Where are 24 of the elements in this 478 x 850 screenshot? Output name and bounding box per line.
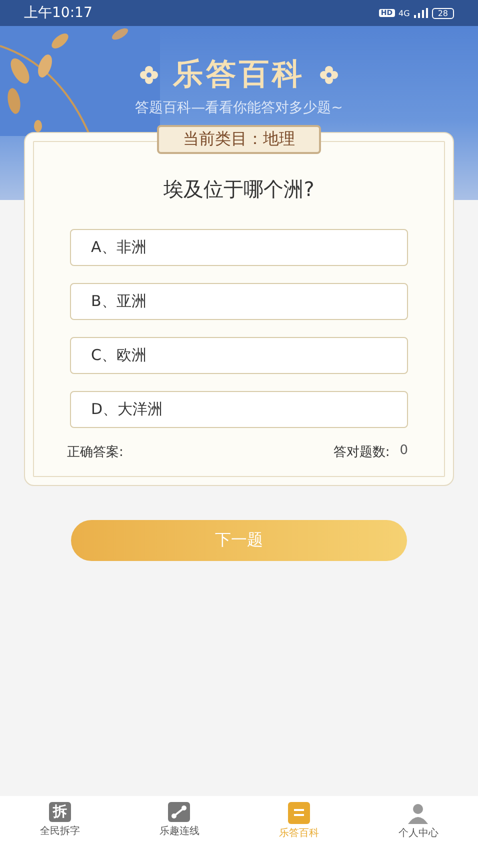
app-title: 乐答百科 — [173, 56, 305, 94]
flower-icon — [319, 64, 339, 84]
person-icon — [407, 802, 430, 824]
character-icon: 拆 — [48, 802, 71, 822]
book-icon — [288, 802, 310, 824]
nav-tab[interactable]: 乐趣连线 — [139, 802, 220, 838]
answer-option[interactable]: D、大洋洲 — [70, 391, 408, 428]
category-badge: 当前类目：地理 — [157, 125, 321, 154]
flower-icon — [139, 64, 159, 84]
app-subtitle: 答题百科—看看你能答对多少题~ — [134, 99, 344, 117]
score-value: 0 — [400, 443, 408, 460]
nav-tab[interactable]: 拆 全民拆字 — [20, 802, 100, 838]
status-time: 上午10:17 — [24, 4, 92, 22]
answer-option[interactable]: B、亚洲 — [70, 283, 408, 320]
answer-label: 正确答案: — [67, 444, 124, 461]
signal-icon — [414, 8, 428, 18]
score-label: 答对题数: — [333, 444, 390, 461]
answer-option[interactable]: A、非洲 — [70, 229, 408, 266]
link-icon — [168, 802, 190, 822]
network-label: 4G — [398, 8, 410, 18]
answer-option[interactable]: C、欧洲 — [70, 337, 408, 374]
battery-level: 28 — [432, 8, 454, 18]
nav-tab[interactable]: 个人中心 — [378, 802, 458, 840]
question-text: 埃及位于哪个洲? — [162, 176, 316, 203]
